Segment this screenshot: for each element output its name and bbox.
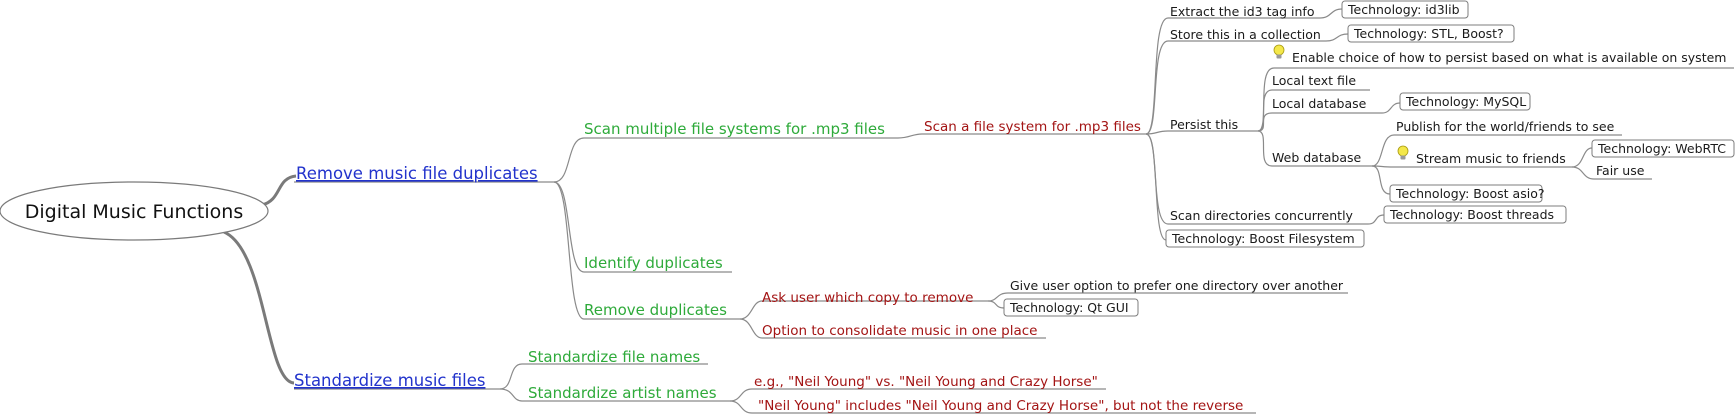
edge-removedup-ask — [739, 300, 763, 320]
edge-persist-localdb — [1257, 112, 1273, 132]
node-scan-multiple[interactable]: Scan multiple file systems for .mp3 file… — [584, 120, 885, 138]
node-web-database[interactable]: Web database — [1272, 150, 1361, 165]
node-stream-friends[interactable]: Stream music to friends — [1416, 151, 1566, 166]
edge-scanmulti-scansingle — [897, 133, 923, 139]
node-extract-id3[interactable]: Extract the id3 tag info — [1170, 4, 1314, 19]
node-consolidate[interactable]: Option to consolidate music in one place — [762, 323, 1038, 339]
edge-persist-textfile — [1257, 89, 1273, 132]
node-ask-user[interactable]: Ask user which copy to remove — [762, 290, 973, 306]
node-standardize-artist-names[interactable]: Standardize artist names — [528, 384, 717, 402]
edge-localdb-mysql — [1381, 102, 1401, 114]
root-label: Digital Music Functions — [25, 201, 243, 223]
tech-label: Technology: STL, Boost? — [1353, 26, 1504, 41]
lightbulb-icon — [1273, 44, 1285, 59]
tech-label: Technology: Boost threads — [1389, 207, 1554, 222]
tech-label: Technology: Boost asio? — [1395, 186, 1544, 201]
node-standardize-music-files[interactable]: Standardize music files — [294, 371, 485, 390]
tech-box-webrtc[interactable]: Technology: WebRTC — [1591, 139, 1735, 158]
edge-root-remove — [261, 174, 297, 207]
edge-standardize-filenames — [499, 363, 523, 390]
node-persist-choice[interactable]: Enable choice of how to persist based on… — [1292, 50, 1726, 65]
edge-artists-includes — [729, 400, 753, 414]
tech-label: Technology: Qt GUI — [1009, 300, 1129, 315]
edge-root-standardize — [223, 230, 295, 385]
tech-box-boost-asio[interactable]: Technology: Boost asio? — [1389, 184, 1544, 203]
edge-remove-removedup — [553, 181, 585, 320]
root-node[interactable]: Digital Music Functions — [0, 181, 269, 241]
edge-remove-identify — [553, 181, 585, 273]
tech-label: Technology: WebRTC — [1597, 141, 1726, 156]
edge-stream-fairuse — [1571, 166, 1595, 180]
tech-box-mysql[interactable]: Technology: MySQL — [1399, 92, 1531, 111]
tech-label: Technology: MySQL — [1405, 94, 1526, 109]
node-remove-duplicates[interactable]: Remove music file duplicates — [296, 164, 538, 183]
edge-ask-qtgui — [987, 300, 1005, 309]
node-publish-world[interactable]: Publish for the world/friends to see — [1396, 119, 1615, 134]
lightbulb-icon — [1397, 145, 1409, 160]
mind-map-canvas: Digital Music Functions Remove music fil… — [0, 0, 1735, 414]
node-scan-concurrently[interactable]: Scan directories concurrently — [1170, 208, 1354, 223]
edge-removedup-consolidate — [739, 318, 763, 339]
edge-webdb-publish — [1371, 134, 1395, 167]
node-example-eg[interactable]: e.g., "Neil Young" vs. "Neil Young and C… — [754, 374, 1098, 390]
node-store-collection[interactable]: Store this in a collection — [1170, 27, 1321, 42]
edge-standardize-artists — [499, 388, 523, 402]
tech-box-stl-boost[interactable]: Technology: STL, Boost? — [1347, 24, 1515, 43]
node-local-text-file[interactable]: Local text file — [1272, 73, 1356, 88]
tech-box-boost-threads[interactable]: Technology: Boost threads — [1383, 205, 1567, 224]
tech-label: Technology: Boost Filesystem — [1171, 231, 1355, 246]
edge-extract-id3lib — [1319, 8, 1343, 19]
edge-artists-eg — [729, 388, 753, 402]
node-standardize-file-names[interactable]: Standardize file names — [528, 348, 700, 366]
tech-box-boost-filesystem[interactable]: Technology: Boost Filesystem — [1165, 229, 1365, 248]
tech-box-id3lib[interactable]: Technology: id3lib — [1341, 0, 1469, 19]
node-identify-duplicates[interactable]: Identify duplicates — [584, 254, 723, 272]
node-give-option[interactable]: Give user option to prefer one directory… — [1010, 278, 1344, 293]
edge-store-stl — [1325, 33, 1349, 42]
node-fair-use[interactable]: Fair use — [1596, 163, 1645, 178]
tech-label: Technology: id3lib — [1347, 2, 1460, 17]
edge-concurrent-threads — [1367, 214, 1385, 225]
node-persist-this[interactable]: Persist this — [1170, 117, 1238, 132]
edge-webdb-asio — [1371, 165, 1391, 195]
node-local-database[interactable]: Local database — [1272, 96, 1367, 111]
edge-stream-webrtc — [1571, 147, 1593, 168]
edge-remove-scanmulti — [553, 137, 585, 183]
tech-box-qt-gui[interactable]: Technology: Qt GUI — [1003, 298, 1139, 317]
node-example-includes[interactable]: "Neil Young" includes "Neil Young and Cr… — [758, 398, 1243, 414]
node-scan-single[interactable]: Scan a file system for .mp3 files — [924, 119, 1141, 135]
edge-single-extract — [1145, 17, 1169, 135]
edge-single-filesystem — [1145, 133, 1167, 241]
node-remove-duplicates-child[interactable]: Remove duplicates — [584, 301, 727, 319]
edge-persist-webdb — [1257, 130, 1273, 167]
